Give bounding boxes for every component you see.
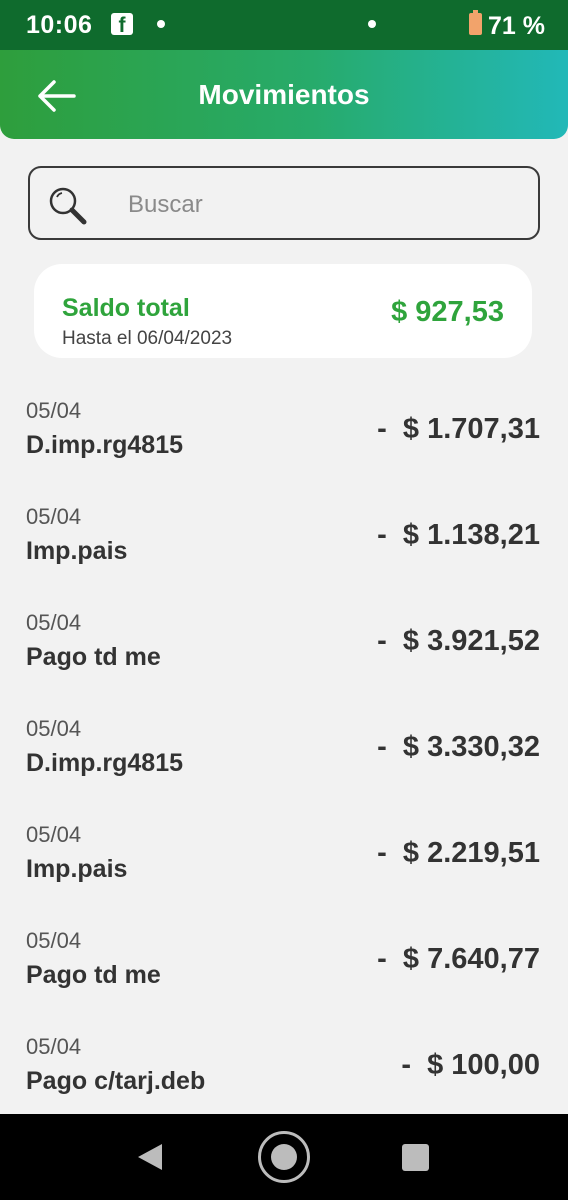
- movement-amount: - $ 2.219,51: [377, 837, 540, 869]
- movement-date: 05/04: [26, 822, 82, 847]
- app-header: Movimientos: [0, 50, 568, 139]
- movement-date: 05/04: [26, 1034, 82, 1059]
- nav-recents-icon[interactable]: [402, 1144, 429, 1171]
- search-input[interactable]: [126, 186, 510, 224]
- balance-amount: $ 927,53: [391, 296, 504, 328]
- list-item[interactable]: 05/04 Imp.pais - $ 2.219,51: [0, 782, 568, 888]
- list-item[interactable]: 05/04 Imp.pais - $ 1.138,21: [0, 464, 568, 570]
- facebook-icon: f: [111, 13, 133, 37]
- status-time: 10:06: [26, 11, 93, 39]
- battery-percent: 71 %: [488, 12, 545, 40]
- list-item[interactable]: 05/04 D.imp.rg4815 - $ 3.330,32: [0, 676, 568, 782]
- status-bar: 10:06 f 71 %: [0, 0, 568, 50]
- movement-date: 05/04: [26, 610, 82, 635]
- page-title: Movimientos: [198, 79, 370, 110]
- movement-date: 05/04: [26, 504, 82, 529]
- movement-amount: - $ 3.330,32: [377, 731, 540, 763]
- battery-icon: [469, 10, 482, 35]
- movement-date: 05/04: [26, 716, 82, 741]
- movement-description: D.imp.rg4815: [26, 749, 184, 777]
- system-nav-bar: [0, 1114, 568, 1200]
- movement-amount: - $ 1.138,21: [377, 519, 540, 551]
- movement-description: Pago td me: [26, 961, 161, 989]
- movement-date: 05/04: [26, 398, 82, 423]
- movement-description: Imp.pais: [26, 537, 128, 565]
- movement-description: Pago c/tarj.deb: [26, 1067, 206, 1095]
- notification-dot-icon: [368, 20, 376, 28]
- movement-amount: - $ 7.640,77: [377, 943, 540, 975]
- movement-amount: - $ 3.921,52: [377, 625, 540, 657]
- list-item[interactable]: 05/04 D.imp.rg4815 - $ 1.707,31: [0, 358, 568, 464]
- balance-card: Saldo total Hasta el 06/04/2023 $ 927,53: [34, 264, 532, 358]
- notification-dot-icon: [157, 20, 165, 28]
- list-item[interactable]: 05/04 Pago td me - $ 7.640,77: [0, 888, 568, 994]
- balance-label: Saldo total: [62, 294, 190, 322]
- nav-back-icon[interactable]: [136, 1142, 164, 1172]
- search-icon: [49, 187, 87, 225]
- search-box[interactable]: [28, 166, 540, 240]
- movement-amount: - $ 100,00: [401, 1049, 540, 1081]
- movement-description: Imp.pais: [26, 855, 128, 883]
- movement-date: 05/04: [26, 928, 82, 953]
- movement-description: D.imp.rg4815: [26, 431, 184, 459]
- list-item[interactable]: 05/04 Pago c/tarj.deb - $ 100,00: [0, 994, 568, 1100]
- movement-amount: - $ 1.707,31: [377, 413, 540, 445]
- balance-date: Hasta el 06/04/2023: [62, 328, 233, 349]
- movement-description: Pago td me: [26, 643, 161, 671]
- list-item[interactable]: 05/04 Pago td me - $ 3.921,52: [0, 570, 568, 676]
- nav-home-icon[interactable]: [258, 1131, 310, 1183]
